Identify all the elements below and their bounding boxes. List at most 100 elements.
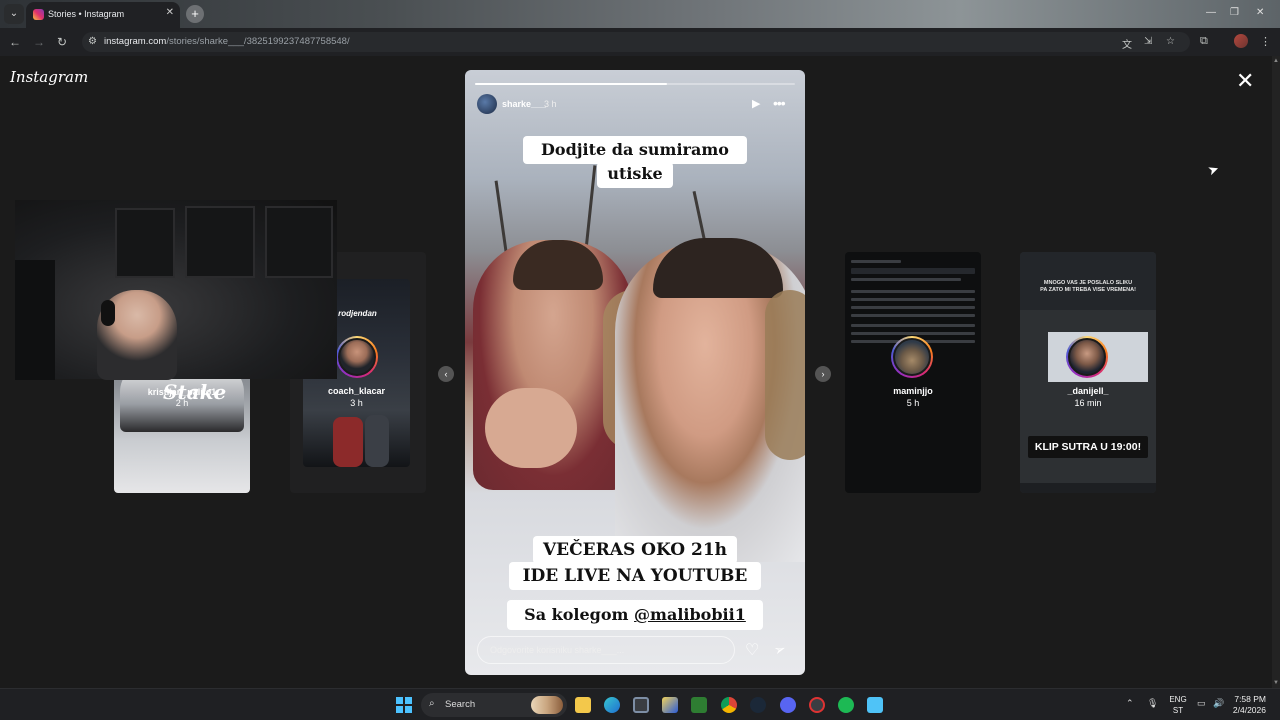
instagram-logo[interactable]: Instagram: [10, 68, 88, 86]
room-window: [185, 206, 255, 278]
clock-date: 2/4/2026: [1232, 705, 1266, 715]
language-code: ENG: [1169, 695, 1187, 704]
story-card-banner: n rodjendan: [331, 309, 377, 318]
reply-input[interactable]: Odgovorite korisniku sharke___...: [477, 636, 735, 664]
game-launcher-icon[interactable]: [809, 697, 825, 713]
install-app-icon[interactable]: ⇲: [1144, 36, 1152, 47]
next-story-arrow[interactable]: ›: [815, 366, 831, 382]
story-timestamp: 3 h: [544, 99, 557, 109]
story-card-time: 3 h: [350, 398, 363, 408]
new-tab-button[interactable]: +: [186, 5, 204, 23]
caption-prefix: Sa kolegom: [524, 605, 629, 624]
notes-app-icon[interactable]: [662, 697, 678, 713]
store-icon[interactable]: [633, 697, 649, 713]
url-text[interactable]: instagram.com/stories/sharke___/38251992…: [104, 36, 350, 47]
stories-viewer: Instagram ✕ ➤ ▲ ▼ kristijan_palito1 2 h …: [0, 56, 1280, 688]
phone-row: [851, 290, 975, 293]
tab-search-button[interactable]: ⌄: [4, 4, 24, 24]
address-bar[interactable]: ⚙ instagram.com/stories/sharke___/382519…: [82, 32, 1190, 52]
webcam-overlay: Stake: [15, 200, 337, 404]
more-options-icon[interactable]: •••: [773, 95, 786, 111]
story-caption-middle: IDE LIVE NA YOUTUBE: [509, 562, 761, 590]
person-figure: [333, 417, 363, 467]
minimize-icon[interactable]: —: [1206, 7, 1216, 18]
microphone-icon[interactable]: 🎙: [1147, 698, 1158, 709]
maximize-icon[interactable]: ❐: [1230, 7, 1239, 18]
story-card-avatar-ring: [1066, 336, 1108, 378]
edge-icon[interactable]: [604, 697, 620, 713]
phone-row: [851, 324, 975, 327]
story-card-username: coach_klacar: [327, 386, 386, 396]
search-icon: ⌕: [429, 698, 435, 709]
avatar: [338, 338, 376, 376]
instagram-favicon-icon: [33, 9, 44, 20]
play-icon[interactable]: ▶: [752, 97, 760, 110]
scroll-up-arrow-icon[interactable]: ▲: [1273, 58, 1279, 64]
room-speaker: [15, 260, 55, 380]
room-window: [265, 206, 333, 278]
network-icon[interactable]: ▭: [1197, 698, 1206, 709]
story-author-username[interactable]: sharke___: [502, 99, 546, 109]
bookmark-star-icon[interactable]: ☆: [1166, 36, 1175, 47]
close-tab-icon[interactable]: ✕: [166, 7, 174, 18]
send-icon[interactable]: ➢: [771, 640, 788, 660]
notepad-icon[interactable]: [867, 697, 883, 713]
clip-note-text: MNOGO VAS JE POSLALO SLIKU PA ZATO MI TR…: [1040, 280, 1136, 293]
xbox-icon[interactable]: [691, 697, 707, 713]
phone-row: [851, 314, 975, 317]
site-info-icon[interactable]: ⚙: [88, 36, 97, 47]
story-caption-bottom: Sa kolegom @malibobii1: [507, 600, 763, 630]
story-caption-top: utiske: [597, 162, 673, 188]
volume-icon[interactable]: 🔊: [1213, 698, 1224, 709]
close-stories-icon[interactable]: ✕: [1236, 70, 1254, 92]
clock-time: 7:58 PM: [1234, 694, 1266, 704]
clip-overlay-banner: KLIP SUTRA U 19:00!: [1028, 436, 1148, 458]
discord-icon[interactable]: [780, 697, 796, 713]
phone-row: [851, 268, 975, 274]
back-arrow-icon[interactable]: ←: [9, 35, 21, 49]
reply-placeholder: Odgovorite korisniku sharke___...: [490, 645, 625, 655]
story-card-danijell[interactable]: MNOGO VAS JE POSLALO SLIKU PA ZATO MI TR…: [1020, 252, 1156, 493]
story-caption-top: Dodjite da sumiramo: [523, 136, 747, 164]
stake-watermark: Stake: [163, 380, 227, 404]
story-progress-bar: [475, 83, 795, 85]
translate-icon[interactable]: 文: [1122, 36, 1132, 51]
forward-arrow-icon[interactable]: →: [33, 35, 45, 49]
browser-tab-strip: ⌄ Stories • Instagram ✕ + — ❐ ✕: [0, 0, 1280, 28]
taskbar-clock[interactable]: 7:58 PM 2/4/2026: [1226, 694, 1266, 716]
taskbar-search-label: Search: [445, 699, 476, 710]
like-heart-icon[interactable]: ♡: [745, 640, 759, 660]
windows-start-icon[interactable]: [396, 697, 412, 713]
story-card-maminjjo[interactable]: maminjjo 5 h: [845, 252, 981, 493]
steam-icon[interactable]: [750, 697, 766, 713]
phone-row: [851, 306, 975, 309]
room-window: [115, 208, 175, 278]
active-story[interactable]: sharke___ 3 h ▶ ••• Dodjite da sumiramo …: [465, 70, 805, 675]
tab-stories-instagram[interactable]: Stories • Instagram ✕: [26, 2, 180, 28]
file-explorer-icon[interactable]: [575, 697, 591, 713]
avatar: [1068, 338, 1106, 376]
spotify-icon[interactable]: [838, 697, 854, 713]
reload-icon[interactable]: ↻: [57, 35, 67, 49]
clip-taskbar: [1020, 483, 1156, 493]
phone-row: [851, 260, 901, 263]
story-card-avatar-ring: [891, 336, 933, 378]
browser-menu-icon[interactable]: ⋮: [1260, 35, 1271, 48]
story-caption-middle: VEČERAS OKO 21h: [533, 536, 737, 564]
story-card-avatar-ring: [336, 336, 378, 378]
person-figure: [365, 415, 389, 467]
language-indicator[interactable]: ENG ST: [1167, 694, 1189, 716]
taskbar-search-box[interactable]: ⌕ Search: [421, 693, 567, 717]
mention-link[interactable]: @malibobii1: [634, 605, 746, 624]
chrome-icon[interactable]: [721, 697, 737, 713]
page-scrollbar[interactable]: ▲ ▼: [1272, 56, 1280, 688]
extensions-icon[interactable]: ⧉: [1200, 35, 1208, 48]
tray-overflow-icon[interactable]: ⌃: [1126, 698, 1134, 709]
story-author-avatar[interactable]: [477, 94, 497, 114]
scroll-down-arrow-icon[interactable]: ▼: [1273, 680, 1279, 686]
profile-avatar[interactable]: [1234, 34, 1248, 48]
avatar: [893, 338, 931, 376]
window-close-icon[interactable]: ✕: [1256, 7, 1264, 18]
story-card-time: 5 h: [906, 398, 920, 408]
previous-story-arrow[interactable]: ‹: [438, 366, 454, 382]
